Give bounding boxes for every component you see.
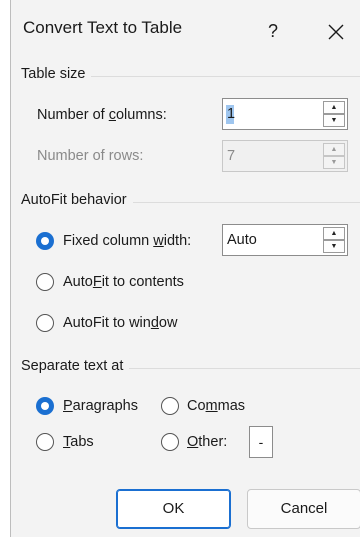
triangle-down-icon: ▼ xyxy=(330,243,338,250)
triangle-down-icon: ▼ xyxy=(330,117,338,124)
columns-spinner[interactable]: 1 ▲ ▼ xyxy=(222,98,348,130)
columns-value: 1 xyxy=(227,106,236,122)
other-separator-input[interactable]: - xyxy=(249,426,273,458)
cancel-button[interactable]: Cancel xyxy=(247,489,360,529)
paragraphs-radio[interactable] xyxy=(36,397,54,415)
commas-label[interactable]: Commas xyxy=(187,398,245,414)
rows-decrement-button: ▼ xyxy=(323,156,345,169)
dialog-title: Convert Text to Table xyxy=(23,18,183,37)
table-size-heading: Table size xyxy=(21,66,92,82)
other-radio[interactable] xyxy=(161,433,179,451)
fixed-width-label[interactable]: Fixed column width: xyxy=(63,233,191,249)
rows-spin-buttons: ▲ ▼ xyxy=(323,143,345,169)
close-button[interactable] xyxy=(316,14,356,48)
autofit-heading: AutoFit behavior xyxy=(21,192,133,208)
autofit-contents-radio[interactable] xyxy=(36,273,54,291)
triangle-up-icon: ▲ xyxy=(330,104,338,111)
tabs-radio[interactable] xyxy=(36,433,54,451)
triangle-up-icon: ▲ xyxy=(330,146,338,153)
autofit-contents-label[interactable]: AutoFit to contents xyxy=(63,274,184,290)
columns-decrement-button[interactable]: ▼ xyxy=(323,114,345,127)
ok-button[interactable]: OK xyxy=(116,489,231,529)
other-label[interactable]: Other: xyxy=(187,434,227,450)
autofit-window-label[interactable]: AutoFit to window xyxy=(63,315,177,331)
rows-label: Number of rows: xyxy=(37,148,144,164)
rows-increment-button: ▲ xyxy=(323,143,345,156)
triangle-down-icon: ▼ xyxy=(330,159,338,166)
rows-value: 7 xyxy=(227,148,236,164)
fixed-width-radio[interactable] xyxy=(36,232,54,250)
columns-spin-buttons: ▲ ▼ xyxy=(323,101,345,127)
triangle-up-icon: ▲ xyxy=(330,230,338,237)
column-width-increment-button[interactable]: ▲ xyxy=(323,227,345,240)
convert-text-to-table-dialog: Convert Text to Table ? Table size Numbe… xyxy=(10,0,360,537)
title-bar: Convert Text to Table ? xyxy=(11,0,360,60)
help-button[interactable]: ? xyxy=(253,14,293,48)
autofit-window-radio[interactable] xyxy=(36,314,54,332)
column-width-decrement-button[interactable]: ▼ xyxy=(323,240,345,253)
separate-heading: Separate text at xyxy=(21,358,130,374)
close-icon xyxy=(328,24,344,40)
column-width-value: Auto xyxy=(227,232,257,248)
columns-label: Number of columns: xyxy=(37,107,167,123)
columns-increment-button[interactable]: ▲ xyxy=(323,101,345,114)
column-width-spinner[interactable]: Auto ▲ ▼ xyxy=(222,224,348,256)
paragraphs-label[interactable]: Paragraphs xyxy=(63,398,138,414)
rows-spinner: 7 ▲ ▼ xyxy=(222,140,348,172)
column-width-spin-buttons: ▲ ▼ xyxy=(323,227,345,253)
commas-radio[interactable] xyxy=(161,397,179,415)
tabs-label[interactable]: Tabs xyxy=(63,434,94,450)
